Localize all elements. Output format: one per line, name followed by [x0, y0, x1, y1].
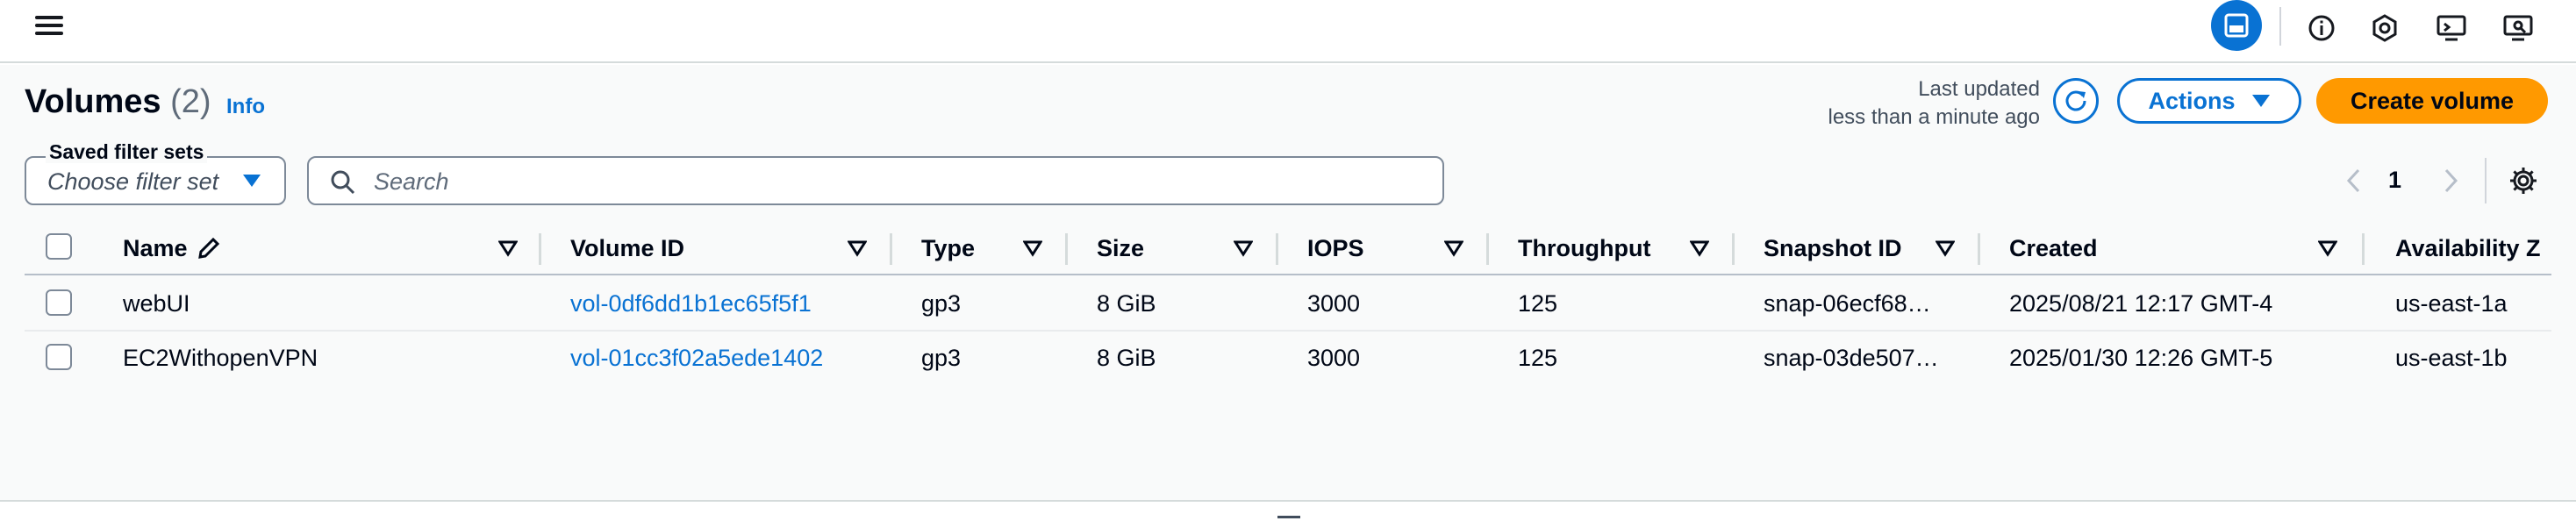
actions-label: Actions [2148, 87, 2236, 114]
column-label: IOPS [1307, 234, 1364, 261]
cell-throughput: 125 [1518, 344, 1558, 371]
column-label: Snapshot ID [1764, 234, 1902, 261]
last-updated-value: less than a minute ago [1828, 105, 2041, 129]
column-header-volume-id[interactable]: Volume ID [570, 221, 684, 275]
column-header-availability-zone[interactable]: Availability Z [2395, 221, 2541, 275]
column-resizer[interactable] [1065, 233, 1068, 265]
filter-set-placeholder: Choose filter set [47, 168, 219, 195]
column-label: Volume ID [570, 234, 685, 261]
create-volume-button[interactable]: Create volume [2316, 78, 2548, 124]
column-resizer[interactable] [890, 233, 892, 265]
column-label: Name [123, 234, 188, 261]
column-label: Availability Z [2395, 234, 2541, 261]
sort-icon[interactable] [848, 239, 867, 258]
sort-icon[interactable] [1023, 239, 1042, 258]
sort-icon[interactable] [498, 239, 518, 258]
caret-down-icon [2251, 95, 2270, 107]
toolbar-divider [2279, 7, 2281, 46]
refresh-icon [2065, 90, 2086, 111]
cell-volume-id-link[interactable]: vol-0df6dd1b1ec65f5f1 [570, 277, 812, 330]
column-header-snapshot-id[interactable]: Snapshot ID [1764, 221, 1902, 275]
column-resizer[interactable] [1276, 233, 1278, 265]
sort-icon[interactable] [1234, 239, 1253, 258]
top-toolbar [0, 0, 2576, 63]
cell-name: EC2WithopenVPN [123, 344, 318, 371]
cell-iops: 3000 [1307, 344, 1361, 371]
cell-created: 2025/01/30 12:26 GMT-5 [2009, 344, 2273, 371]
cell-name: webUI [123, 289, 190, 317]
column-label: Size [1097, 234, 1145, 261]
next-page-button[interactable] [2436, 165, 2467, 196]
saved-filter-sets-label: Saved filter sets [46, 140, 208, 163]
select-all-checkbox[interactable] [46, 233, 72, 260]
cell-snapshot-id: snap-06ecf68… [1764, 289, 1931, 317]
column-resizer[interactable] [1486, 233, 1489, 265]
column-label: Throughput [1518, 234, 1651, 261]
cell-size: 8 GiB [1097, 344, 1156, 371]
caret-down-icon [243, 175, 261, 187]
info-link[interactable]: Info [226, 95, 265, 119]
column-header-created[interactable]: Created [2009, 221, 2098, 275]
menu-icon[interactable] [35, 12, 67, 39]
page-title: Volumes (2) [25, 81, 211, 123]
cell-type: gp3 [921, 289, 962, 317]
sort-icon[interactable] [1690, 239, 1709, 258]
split-panel-icon[interactable] [2211, 0, 2262, 51]
page-number[interactable]: 1 [2388, 167, 2401, 194]
shield-hex-icon[interactable] [2364, 7, 2406, 49]
column-header-throughput[interactable]: Throughput [1518, 221, 1650, 275]
column-resizer[interactable] [1732, 233, 1735, 265]
cell-size: 8 GiB [1097, 289, 1156, 317]
sort-icon[interactable] [2318, 239, 2337, 258]
chevron-left-icon [2346, 168, 2360, 193]
preview-icon[interactable] [2497, 7, 2539, 49]
cell-snapshot-id: snap-03de507… [1764, 344, 1939, 371]
info-icon[interactable] [2301, 7, 2343, 49]
last-updated-label: Last updated [1918, 77, 2040, 101]
search-icon [331, 170, 355, 195]
table-header: Name Volume ID Type Size IOPS Throughput… [25, 221, 2551, 275]
cell-throughput: 125 [1518, 289, 1558, 317]
column-resizer[interactable] [2362, 233, 2365, 265]
panel-divider [0, 500, 2576, 502]
column-header-type[interactable]: Type [921, 221, 975, 275]
search-input[interactable] [374, 165, 1409, 198]
actions-button[interactable]: Actions [2117, 78, 2301, 124]
last-updated-text: Last updated less than a minute ago [1828, 75, 2041, 132]
volume-count: (2) [170, 83, 211, 120]
gear-icon [2510, 168, 2537, 194]
column-label: Created [2009, 234, 2098, 261]
pencil-icon [197, 237, 219, 259]
display-settings-icon[interactable] [2430, 7, 2472, 49]
column-header-size[interactable]: Size [1097, 221, 1144, 275]
sort-icon[interactable] [1444, 239, 1463, 258]
resize-handle-icon[interactable] [1277, 516, 1300, 518]
cell-availability-zone: us-east-1a [2395, 289, 2508, 317]
saved-filter-sets-select[interactable]: Choose filter set [25, 156, 286, 205]
column-header-name[interactable]: Name [123, 221, 221, 275]
cell-volume-id-link[interactable]: vol-01cc3f02a5ede1402 [570, 332, 823, 384]
table-preferences-button[interactable] [2506, 163, 2541, 198]
refresh-button[interactable] [2053, 78, 2099, 124]
cell-availability-zone: us-east-1b [2395, 344, 2508, 371]
cell-created: 2025/08/21 12:17 GMT-4 [2009, 289, 2273, 317]
sort-icon[interactable] [1936, 239, 1955, 258]
cell-iops: 3000 [1307, 289, 1361, 317]
pager-divider [2485, 158, 2487, 203]
column-resizer[interactable] [539, 233, 541, 265]
table-row[interactable]: EC2WithopenVPN vol-01cc3f02a5ede1402 gp3… [25, 332, 2551, 386]
column-header-iops[interactable]: IOPS [1307, 221, 1364, 275]
column-resizer[interactable] [1978, 233, 1980, 265]
row-checkbox[interactable] [46, 344, 72, 370]
page-title-text: Volumes [25, 83, 161, 120]
column-label: Type [921, 234, 976, 261]
cell-type: gp3 [921, 344, 962, 371]
previous-page-button[interactable] [2337, 165, 2369, 196]
chevron-right-icon [2444, 168, 2458, 193]
search-box [307, 156, 1444, 205]
row-checkbox[interactable] [46, 289, 72, 316]
table-row[interactable]: webUI vol-0df6dd1b1ec65f5f1 gp3 8 GiB 30… [25, 277, 2551, 332]
